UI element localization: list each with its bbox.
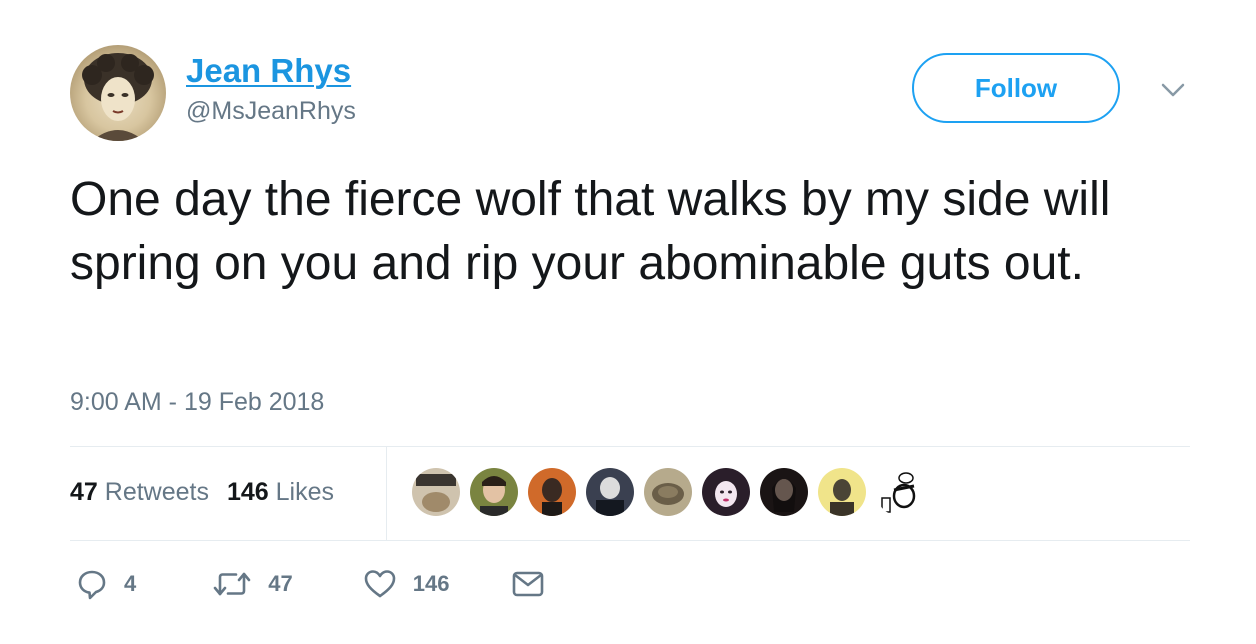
envelope-icon <box>511 569 545 599</box>
likes-stat-label: Likes <box>275 478 335 506</box>
liker-avatars <box>412 468 924 516</box>
liker-avatar-5[interactable] <box>644 468 692 516</box>
liker-avatar-6[interactable] <box>702 468 750 516</box>
divider-bottom <box>70 540 1190 541</box>
retweets-stat[interactable]: 47 Retweets <box>70 478 209 507</box>
tweet-stats: 47 Retweets 146 Likes <box>70 478 334 507</box>
liker-avatar-1[interactable] <box>412 468 460 516</box>
liker-avatar-4[interactable] <box>586 468 634 516</box>
liker-avatar-9[interactable] <box>876 468 924 516</box>
reply-icon <box>76 568 108 600</box>
retweets-stat-count: 47 <box>70 478 98 506</box>
author-name[interactable]: Jean Rhys <box>186 52 351 90</box>
liker-avatar-2[interactable] <box>470 468 518 516</box>
retweet-icon <box>212 568 252 600</box>
retweet-button[interactable]: 47 <box>212 568 293 600</box>
retweets-stat-label: Retweets <box>104 478 209 506</box>
like-button[interactable]: 146 <box>363 568 450 600</box>
like-count: 146 <box>412 571 450 596</box>
tweet-actions: 4 47 146 <box>76 568 545 600</box>
chevron-down-icon[interactable] <box>1158 78 1188 102</box>
divider-top <box>70 446 1190 447</box>
stats-separator <box>386 447 387 540</box>
heart-icon <box>363 568 397 600</box>
direct-message-button[interactable] <box>511 569 545 599</box>
author-avatar[interactable] <box>70 45 166 141</box>
likes-stat-count: 146 <box>226 478 269 506</box>
retweet-count: 47 <box>268 571 293 596</box>
tweet-timestamp[interactable]: 9:00 AM - 19 Feb 2018 <box>70 388 324 417</box>
liker-avatar-3[interactable] <box>528 468 576 516</box>
liker-avatar-7[interactable] <box>760 468 808 516</box>
reply-button[interactable]: 4 <box>76 568 136 600</box>
tweet-text: One day the fierce wolf that walks by my… <box>70 173 1111 290</box>
likes-stat[interactable]: 146 Likes <box>227 478 334 507</box>
reply-count: 4 <box>124 571 137 596</box>
author-handle[interactable]: @MsJeanRhys <box>186 97 356 126</box>
liker-avatar-8[interactable] <box>818 468 866 516</box>
follow-button[interactable]: Follow <box>912 53 1120 123</box>
